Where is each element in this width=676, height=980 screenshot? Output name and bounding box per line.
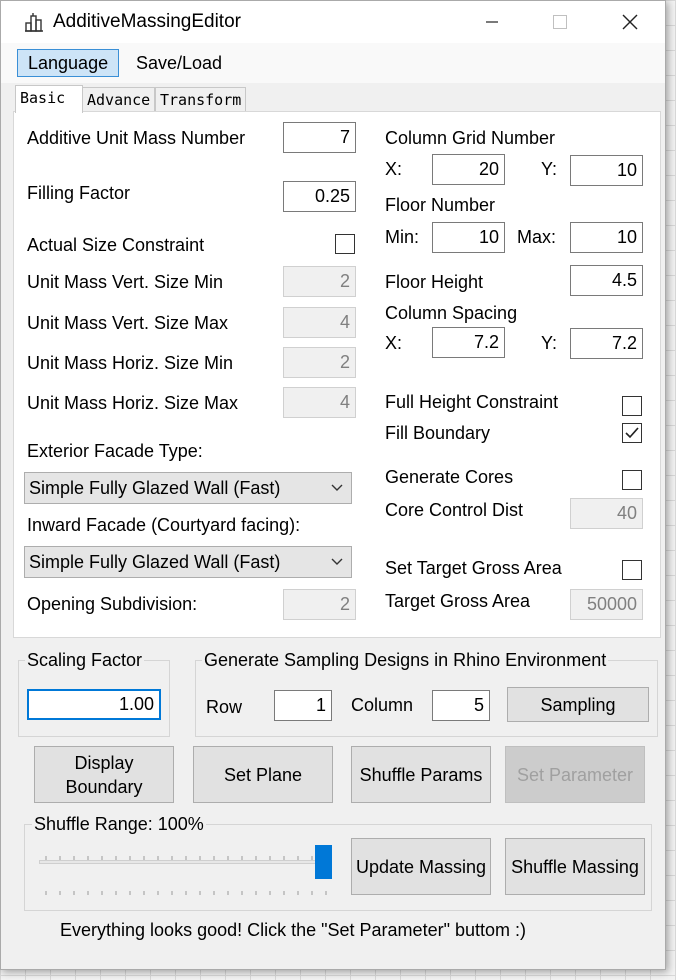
shuffle-params-button[interactable]: Shuffle Params xyxy=(351,746,491,803)
exterior-facade-value: Simple Fully Glazed Wall (Fast) xyxy=(29,478,281,498)
slider-ticks-bottom xyxy=(45,880,335,901)
unit-mass-horiz-min-input: 2 xyxy=(283,347,356,378)
column-grid-label: Column Grid Number xyxy=(385,128,556,148)
sampling-title: Generate Sampling Designs in Rhino Envir… xyxy=(202,650,609,671)
display-boundary-button[interactable]: Display Boundary xyxy=(34,746,174,803)
scaling-factor-input[interactable]: 1.00 xyxy=(27,689,161,720)
column-grid-y-input[interactable]: 10 xyxy=(570,155,643,186)
maximize-button[interactable] xyxy=(537,7,583,37)
target-gross-area-label: Target Gross Area xyxy=(385,591,531,611)
menu-language[interactable]: Language xyxy=(17,49,120,77)
column-spacing-x-label: X: xyxy=(385,333,403,353)
set-parameter-button: Set Parameter xyxy=(505,746,645,803)
inward-facade-label: Inward Facade (Courtyard facing): xyxy=(27,515,301,535)
column-input[interactable]: 5 xyxy=(432,690,490,721)
app-icon xyxy=(25,12,45,32)
set-plane-button[interactable]: Set Plane xyxy=(193,746,333,803)
unit-mass-vert-max-input: 4 xyxy=(283,307,356,338)
floor-number-max-input[interactable]: 10 xyxy=(570,222,643,253)
exterior-facade-label: Exterior Facade Type: xyxy=(27,441,203,461)
menu-bar: Language Save/Load xyxy=(1,43,665,83)
filling-factor-input[interactable]: 0.25 xyxy=(283,181,356,212)
update-massing-button[interactable]: Update Massing xyxy=(351,838,491,895)
checkmark-icon xyxy=(625,427,639,439)
set-target-gross-area-label: Set Target Gross Area xyxy=(385,558,562,578)
inward-facade-value: Simple Fully Glazed Wall (Fast) xyxy=(29,552,281,572)
row-input[interactable]: 1 xyxy=(274,690,332,721)
shuffle-massing-button[interactable]: Shuffle Massing xyxy=(505,838,645,895)
column-grid-y-label: Y: xyxy=(541,159,558,179)
tab-advance[interactable]: Advance xyxy=(82,87,155,112)
close-button[interactable] xyxy=(607,7,653,37)
floor-number-min-input[interactable]: 10 xyxy=(432,222,505,253)
set-target-gross-area-checkbox[interactable] xyxy=(622,560,642,580)
chevron-down-icon xyxy=(331,547,343,586)
generate-cores-label: Generate Cores xyxy=(385,467,514,487)
title-bar[interactable]: AdditiveMassingEditor xyxy=(1,1,665,43)
column-label: Column xyxy=(351,695,414,715)
sampling-button[interactable]: Sampling xyxy=(507,687,649,722)
shuffle-range-title: Shuffle Range: 100% xyxy=(32,814,206,835)
column-spacing-y-label: Y: xyxy=(541,333,558,353)
unit-mass-horiz-max-label: Unit Mass Horiz. Size Max xyxy=(27,393,239,413)
exterior-facade-dropdown[interactable]: Simple Fully Glazed Wall (Fast) xyxy=(24,472,352,504)
close-icon xyxy=(622,14,638,30)
full-height-constraint-label: Full Height Constraint xyxy=(385,392,559,412)
main-window: AdditiveMassingEditor Language Save/Load… xyxy=(0,0,666,970)
unit-mass-horiz-min-label: Unit Mass Horiz. Size Min xyxy=(27,353,234,373)
status-message: Everything looks good! Click the "Set Pa… xyxy=(60,920,526,940)
row-label: Row xyxy=(206,697,243,717)
full-height-constraint-checkbox[interactable] xyxy=(622,396,642,416)
column-spacing-label: Column Spacing xyxy=(385,303,518,323)
core-control-dist-input: 40 xyxy=(570,498,643,529)
unit-mass-horiz-max-input: 4 xyxy=(283,387,356,418)
tab-transform[interactable]: Transform xyxy=(155,87,246,112)
additive-unit-mass-number-input[interactable]: 7 xyxy=(283,122,356,153)
column-grid-x-label: X: xyxy=(385,159,403,179)
floor-height-input[interactable]: 4.5 xyxy=(570,265,643,296)
filling-factor-label: Filling Factor xyxy=(27,183,131,203)
additive-unit-mass-number-label: Additive Unit Mass Number xyxy=(27,128,246,148)
floor-height-label: Floor Height xyxy=(385,272,484,292)
scaling-factor-title: Scaling Factor xyxy=(25,650,145,671)
column-spacing-y-input[interactable]: 7.2 xyxy=(570,328,643,359)
unit-mass-vert-min-label: Unit Mass Vert. Size Min xyxy=(27,272,224,292)
column-spacing-x-input[interactable]: 7.2 xyxy=(432,327,505,358)
shuffle-range-thumb[interactable] xyxy=(315,845,332,879)
window-title: AdditiveMassingEditor xyxy=(53,11,241,32)
fill-boundary-checkbox[interactable] xyxy=(622,423,642,443)
opening-subdivision-input: 2 xyxy=(283,589,356,620)
floor-number-max-label: Max: xyxy=(517,227,557,247)
fill-boundary-label: Fill Boundary xyxy=(385,423,491,443)
actual-size-constraint-checkbox[interactable] xyxy=(335,234,355,254)
chevron-down-icon xyxy=(331,473,343,512)
column-grid-x-input[interactable]: 20 xyxy=(432,154,505,185)
unit-mass-vert-min-input: 2 xyxy=(283,266,356,297)
floor-number-label: Floor Number xyxy=(385,195,496,215)
opening-subdivision-label: Opening Subdivision: xyxy=(27,594,198,614)
target-gross-area-input: 50000 xyxy=(570,589,643,620)
shuffle-range-track[interactable] xyxy=(39,860,323,864)
floor-number-min-label: Min: xyxy=(385,227,420,247)
inward-facade-dropdown[interactable]: Simple Fully Glazed Wall (Fast) xyxy=(24,546,352,578)
minimize-button[interactable] xyxy=(469,7,515,37)
menu-save-load[interactable]: Save/Load xyxy=(125,49,233,77)
core-control-dist-label: Core Control Dist xyxy=(385,500,524,520)
tab-basic[interactable]: Basic xyxy=(15,85,83,113)
generate-cores-checkbox[interactable] xyxy=(622,470,642,490)
actual-size-constraint-label: Actual Size Constraint xyxy=(27,235,205,255)
unit-mass-vert-max-label: Unit Mass Vert. Size Max xyxy=(27,313,229,333)
